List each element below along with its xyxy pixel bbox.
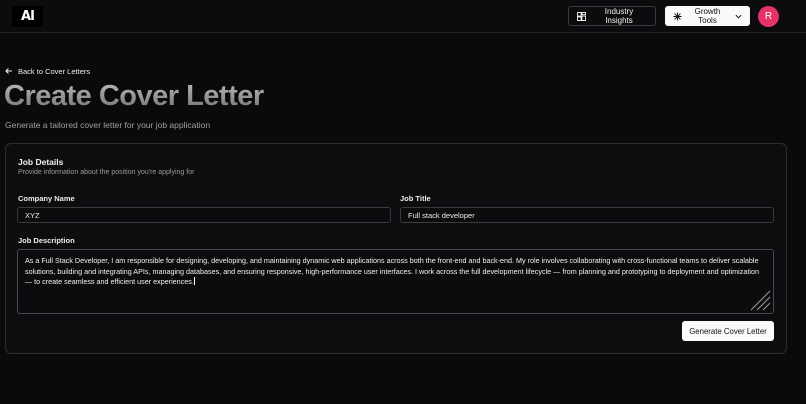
page-subtitle: Generate a tailored cover letter for you… xyxy=(5,120,211,130)
app-logo[interactable]: AI xyxy=(12,6,43,27)
company-name-input[interactable] xyxy=(17,207,391,223)
job-title-label: Job Title xyxy=(400,194,431,203)
back-link-label: Back to Cover Letters xyxy=(18,66,91,76)
industry-insights-button[interactable]: Industry Insights xyxy=(568,6,656,26)
user-avatar[interactable]: R xyxy=(758,6,779,27)
job-description-text: As a Full Stack Developer, I am responsi… xyxy=(25,256,759,286)
arrow-left-icon xyxy=(5,67,13,75)
card-title: Job Details xyxy=(18,157,64,167)
top-navbar: AI Industry Insights Growth Tools R xyxy=(0,0,806,33)
page-title: Create Cover Letter xyxy=(4,80,264,112)
job-title-input[interactable] xyxy=(400,207,774,223)
dashboard-icon xyxy=(577,11,586,21)
industry-insights-label: Industry Insights xyxy=(604,7,634,25)
back-to-cover-letters-link[interactable]: Back to Cover Letters xyxy=(5,65,90,77)
growth-tools-button[interactable]: Growth Tools xyxy=(665,6,750,26)
job-description-label: Job Description xyxy=(18,236,75,245)
card-description: Provide information about the position y… xyxy=(18,169,195,176)
company-name-label: Company Name xyxy=(18,194,75,203)
resize-handle-icon[interactable] xyxy=(747,287,771,311)
growth-tools-label: Growth Tools xyxy=(694,7,721,25)
job-details-card: Job Details Provide information about th… xyxy=(5,143,787,354)
sparkle-icon xyxy=(673,11,682,21)
chevron-down-icon xyxy=(735,13,742,20)
job-description-textarea[interactable]: As a Full Stack Developer, I am responsi… xyxy=(17,249,774,314)
text-caret xyxy=(193,277,195,285)
generate-cover-letter-button[interactable]: Generate Cover Letter xyxy=(682,321,774,341)
